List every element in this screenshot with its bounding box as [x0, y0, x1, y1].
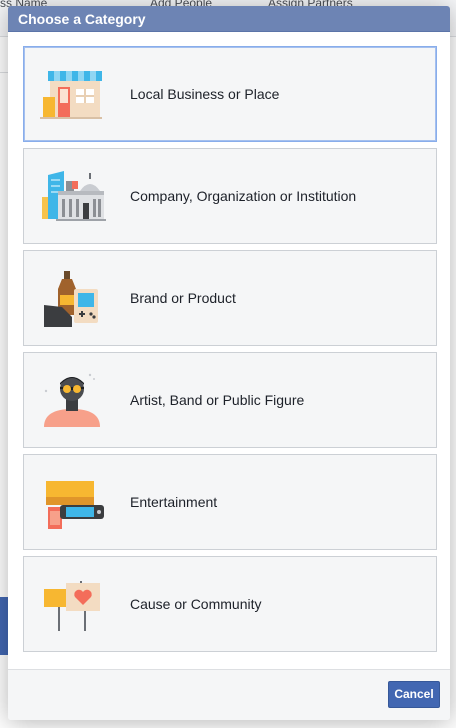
category-company[interactable]: Company, Organization or Institution [23, 148, 437, 244]
cancel-button[interactable]: Cancel [388, 681, 440, 708]
dialog-title: Choose a Category [8, 6, 450, 32]
dialog-footer: Cancel [8, 669, 450, 720]
category-local-business[interactable]: Local Business or Place [23, 46, 437, 142]
category-cause-community[interactable]: Cause or Community [23, 556, 437, 652]
category-label: Entertainment [130, 494, 218, 510]
entertainment-icon [40, 473, 106, 533]
category-label: Cause or Community [130, 596, 262, 612]
category-list: Local Business or Place Company, Organiz… [23, 46, 437, 658]
category-entertainment[interactable]: Entertainment [23, 454, 437, 550]
background-blue-button [0, 597, 8, 655]
product-icon [40, 269, 106, 329]
storefront-icon [40, 65, 106, 125]
choose-category-dialog: Choose a Category Local Business or Plac… [8, 6, 450, 720]
buildings-icon [40, 167, 106, 227]
category-label: Artist, Band or Public Figure [130, 392, 305, 408]
cause-signs-icon [40, 575, 106, 635]
category-artist[interactable]: Artist, Band or Public Figure [23, 352, 437, 448]
category-label: Brand or Product [130, 290, 236, 306]
background-divider [0, 72, 8, 73]
person-icon [40, 371, 106, 431]
category-label: Company, Organization or Institution [130, 188, 357, 204]
category-label: Local Business or Place [130, 86, 280, 102]
category-brand-product[interactable]: Brand or Product [23, 250, 437, 346]
